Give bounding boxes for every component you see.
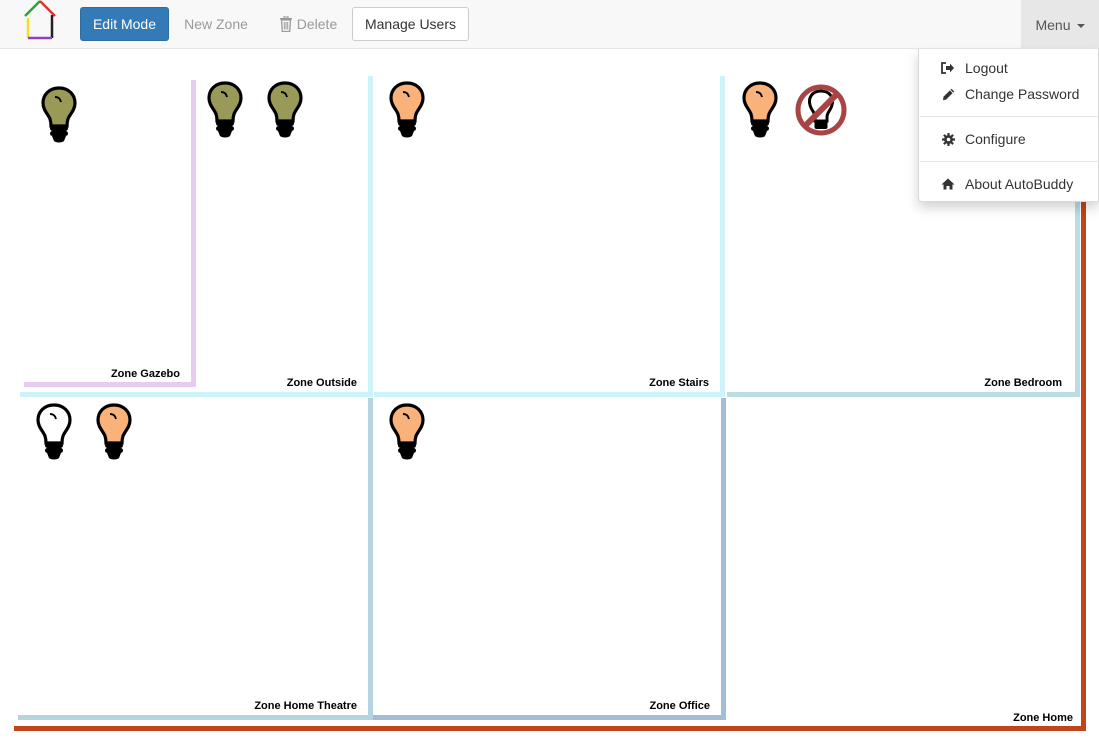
delete-label: Delete [296, 16, 338, 32]
zone-label: Zone Home Theatre [254, 700, 357, 712]
menu-toggle[interactable]: Menu [1021, 0, 1099, 49]
zone-label: Zone Bedroom [984, 377, 1062, 389]
navbar: Edit Mode New Zone Delete Manage Users M… [0, 0, 1099, 49]
menu-item-label: About AutoBuddy [965, 176, 1074, 192]
zone-label: Zone Gazebo [110, 368, 180, 380]
gear-icon [940, 132, 956, 146]
menu-item-label: Logout [965, 60, 1008, 76]
menu-divider [920, 161, 1099, 162]
zone-office[interactable]: Zone Office [373, 398, 726, 720]
menu-item-logout[interactable]: Logout [919, 57, 1099, 79]
light-bulb-icon[interactable] [742, 81, 778, 139]
zone-label: Zone Outside [286, 377, 357, 389]
logout-icon [940, 62, 956, 74]
blocked-light-icon[interactable] [794, 83, 848, 137]
zone-outside-bottom-extension [20, 392, 200, 397]
light-bulb-icon[interactable] [267, 81, 303, 139]
delete-button[interactable]: Delete [269, 7, 347, 41]
zone-label: Zone Stairs [649, 377, 709, 389]
light-bulb-icon[interactable] [389, 81, 425, 139]
menu-item-label: Configure [965, 131, 1026, 147]
light-bulb-icon[interactable] [41, 86, 77, 144]
new-zone-button[interactable]: New Zone [174, 7, 258, 41]
menu-label: Menu [1035, 16, 1071, 33]
light-bulb-icon[interactable] [389, 403, 425, 461]
edit-mode-button[interactable]: Edit Mode [80, 7, 169, 41]
menu-item-label: Change Password [965, 86, 1080, 102]
house-logo-icon[interactable] [22, 0, 58, 42]
menu-item-change-password[interactable]: Change Password [919, 83, 1099, 105]
zone-stairs[interactable]: Zone Stairs [374, 76, 725, 397]
light-bulb-icon[interactable] [207, 81, 243, 139]
menu-item-about[interactable]: About AutoBuddy [919, 173, 1099, 195]
caret-down-icon [1076, 23, 1085, 28]
manage-users-button[interactable]: Manage Users [352, 7, 469, 41]
light-bulb-icon[interactable] [36, 403, 72, 461]
zone-label: Zone Office [649, 700, 710, 712]
zone-label: Zone Home [1013, 712, 1073, 724]
home-icon [940, 178, 956, 190]
light-bulb-icon[interactable] [96, 403, 132, 461]
pencil-icon [940, 88, 956, 101]
menu-dropdown: Logout Change Password Configure About A… [918, 49, 1099, 202]
menu-divider [920, 116, 1099, 117]
menu-item-configure[interactable]: Configure [919, 128, 1099, 150]
trash-icon [279, 16, 293, 32]
